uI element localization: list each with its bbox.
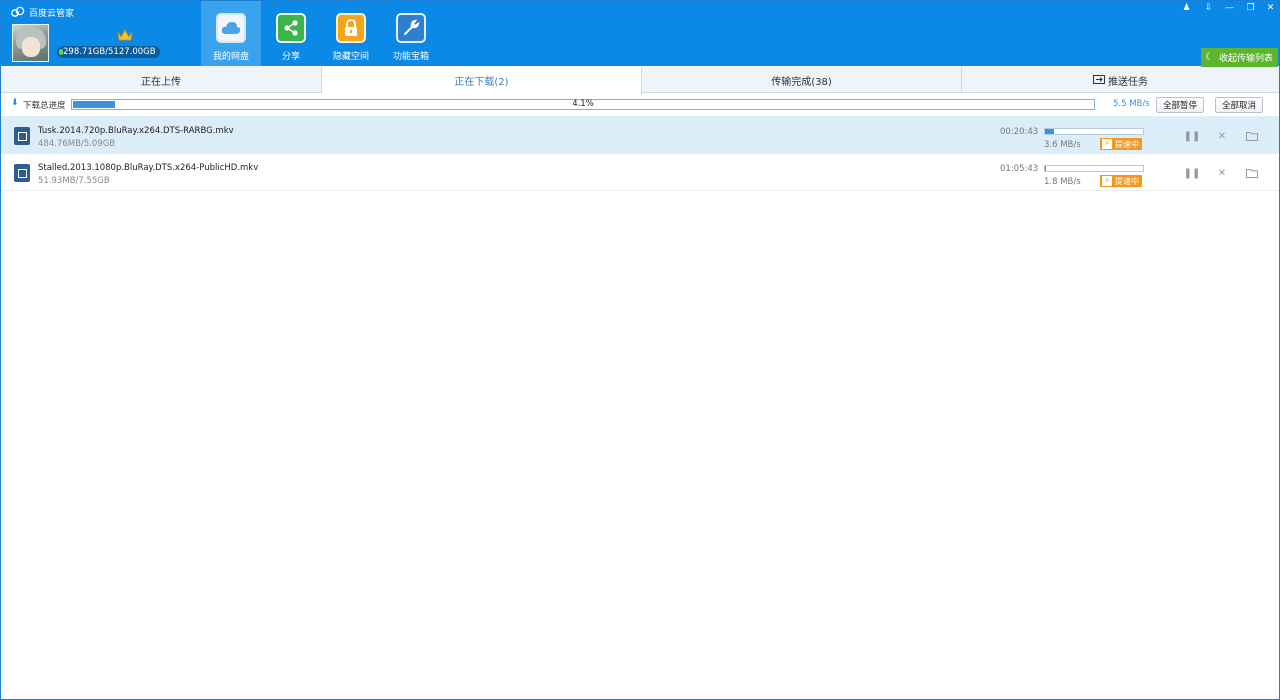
nav-toolbox[interactable]: 功能宝箱: [381, 1, 441, 66]
maximize-button[interactable]: ❐: [1240, 1, 1261, 15]
acceleration-badge[interactable]: ⚡ 提速中: [1100, 138, 1142, 150]
cloud-icon: [216, 13, 246, 43]
lightning-icon: ⚡: [1102, 176, 1112, 186]
baidu-cloud-logo-icon: [11, 6, 25, 17]
download-row[interactable]: Tusk.2014.720p.BluRay.x264.DTS-RARBG.mkv…: [1, 117, 1279, 154]
video-file-icon: [14, 127, 30, 145]
share-icon: [276, 13, 306, 43]
collapse-icon: ☾: [1205, 52, 1214, 63]
tab-label: 传输完成(38): [771, 76, 832, 88]
app-title: 百度云管家: [11, 5, 74, 19]
acceleration-label: 提速中: [1115, 139, 1139, 149]
overall-progress-bar-row: ⬇ 下载总进度 4.1% 5.5 MB/s 全部暂停 全部取消: [1, 93, 1279, 117]
time-remaining: 01:05:43: [1000, 164, 1039, 174]
cancel-all-button[interactable]: 全部取消: [1215, 97, 1264, 113]
nav-label: 我的网盘: [212, 52, 249, 62]
pause-all-button[interactable]: 全部暂停: [1156, 97, 1205, 113]
storage-quota: 298.71GB/5127.00GB: [57, 46, 160, 58]
close-icon[interactable]: ✕: [1215, 166, 1229, 180]
overall-progress-bar: 4.1%: [71, 99, 1095, 110]
folder-icon[interactable]: [1245, 129, 1259, 143]
file-name: Tusk.2014.720p.BluRay.x264.DTS-RARBG.mkv: [38, 126, 234, 136]
nav-label: 功能宝箱: [392, 52, 429, 62]
notification-button[interactable]: ♟: [1176, 1, 1197, 15]
tab-push-tasks[interactable]: 推送任务: [962, 67, 1279, 93]
file-name: Stalled.2013.1080p.BluRay.DTS.x264-Publi…: [38, 163, 259, 173]
file-speed: 3.6 MB/s: [1044, 140, 1081, 150]
avatar[interactable]: [12, 24, 49, 62]
download-row[interactable]: Stalled.2013.1080p.BluRay.DTS.x264-Publi…: [1, 154, 1279, 191]
overall-progress-label: 下载总进度: [23, 101, 66, 111]
tab-label: 正在下载(2): [454, 77, 509, 88]
transfer-tabs: 正在上传 正在下载(2) 传输完成(38) 推送任务: [1, 67, 1279, 94]
overall-progress-percent: 4.1%: [572, 99, 594, 109]
file-progress-bar: [1044, 165, 1144, 172]
pause-icon[interactable]: ❚❚: [1184, 166, 1201, 180]
tab-completed[interactable]: 传输完成(38): [642, 67, 962, 93]
lightning-icon: ⚡: [1102, 139, 1112, 149]
vip-crown-icon: [117, 29, 133, 41]
pause-icon[interactable]: ❚❚: [1184, 129, 1201, 143]
nav-label: 隐藏空间: [332, 52, 369, 62]
time-remaining: 00:20:43: [1000, 127, 1039, 137]
tab-uploading[interactable]: 正在上传: [1, 67, 322, 93]
nav-label: 分享: [281, 52, 300, 62]
file-progress-bar: [1044, 128, 1144, 135]
file-size: 51.93MB/7.55GB: [38, 176, 110, 186]
lock-icon: [336, 13, 366, 43]
acceleration-label: 提速中: [1115, 176, 1139, 186]
app-window: 百度云管家 298.71GB/5127.00GB 我的网盘 分享 隐藏空间 功能…: [0, 0, 1280, 700]
push-task-icon: [1093, 75, 1105, 84]
wrench-icon: [396, 13, 426, 43]
file-size: 484.76MB/5.09GB: [38, 139, 116, 149]
tab-label: 正在上传: [141, 76, 181, 88]
tab-downloading[interactable]: 正在下载(2): [322, 67, 642, 94]
overall-speed: 5.5 MB/s: [1113, 99, 1150, 109]
file-progress-fill: [1045, 129, 1055, 134]
acceleration-badge[interactable]: ⚡ 提速中: [1100, 175, 1142, 187]
close-button[interactable]: ✕: [1260, 1, 1280, 15]
nav-share[interactable]: 分享: [261, 1, 321, 66]
video-file-icon: [14, 164, 30, 182]
minimize-button[interactable]: —: [1219, 1, 1240, 15]
menu-button[interactable]: ⇩: [1198, 1, 1219, 15]
app-title-text: 百度云管家: [29, 8, 75, 19]
nav-hidden-space[interactable]: 隐藏空间: [321, 1, 381, 66]
close-icon[interactable]: ✕: [1215, 129, 1229, 143]
tab-label: 推送任务: [1108, 76, 1148, 88]
collapse-label: 收起传输列表: [1218, 54, 1273, 64]
file-speed: 1.8 MB/s: [1044, 177, 1081, 187]
folder-icon[interactable]: [1245, 166, 1259, 180]
nav-my-netdisk[interactable]: 我的网盘: [201, 1, 261, 66]
download-arrow-icon: ⬇: [11, 98, 19, 108]
header-bar: 百度云管家 298.71GB/5127.00GB 我的网盘 分享 隐藏空间 功能…: [1, 1, 1280, 67]
collapse-transfer-list-button[interactable]: ☾ 收起传输列表: [1201, 48, 1278, 67]
file-progress-fill: [1045, 166, 1046, 171]
